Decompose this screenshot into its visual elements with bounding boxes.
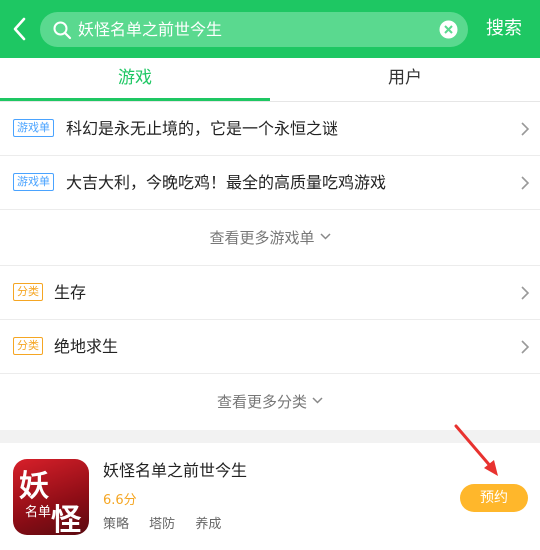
search-header: 搜索	[0, 0, 540, 58]
back-icon[interactable]	[8, 15, 32, 43]
category-title: 绝地求生	[54, 337, 119, 356]
game-icon[interactable]: 妖 怪 名单	[13, 459, 89, 535]
game-result-card[interactable]: 妖 怪 名单 妖怪名单之前世今生 6.6分 策略 塔防 养成 预约	[0, 443, 540, 550]
game-list-title: 科幻是永无止境的，它是一个永恒之谜	[66, 119, 339, 138]
tab-users[interactable]: 用户	[270, 58, 540, 102]
list-item-game-list[interactable]: 游戏单 科幻是永无止境的，它是一个永恒之谜	[0, 102, 540, 156]
chevron-right-icon	[521, 176, 530, 190]
game-list-title: 大吉大利，今晚吃鸡！最全的高质量吃鸡游戏	[66, 173, 387, 192]
game-tag: 养成	[195, 517, 222, 532]
more-game-lists-button[interactable]: 查看更多游戏单	[0, 210, 540, 266]
search-box[interactable]	[40, 12, 468, 47]
more-categories-button[interactable]: 查看更多分类	[0, 374, 540, 430]
game-icon-glyph: 怪	[51, 503, 81, 535]
game-icon-glyph: 妖	[19, 469, 49, 504]
game-score: 6.6分	[103, 493, 137, 508]
reserve-button[interactable]: 预约	[460, 484, 528, 512]
chevron-down-icon	[312, 397, 323, 404]
tab-bar: 游戏 用户	[0, 58, 540, 102]
game-tag: 塔防	[149, 517, 176, 532]
search-button[interactable]: 搜索	[486, 16, 522, 42]
game-tag: 策略	[103, 517, 130, 532]
category-title: 生存	[54, 283, 87, 302]
game-list-badge: 游戏单	[13, 119, 54, 137]
game-title[interactable]: 妖怪名单之前世今生	[103, 457, 247, 481]
chevron-down-icon	[319, 233, 331, 240]
category-badge: 分类	[13, 337, 43, 355]
search-input[interactable]	[78, 12, 418, 47]
game-tags: 策略 塔防 养成	[103, 513, 237, 532]
tab-games[interactable]: 游戏	[0, 58, 270, 102]
chevron-right-icon	[521, 286, 530, 300]
game-list-badge: 游戏单	[13, 173, 54, 191]
clear-icon[interactable]	[439, 20, 458, 39]
list-item-category[interactable]: 分类 生存	[0, 266, 540, 320]
chevron-right-icon	[521, 340, 530, 354]
list-item-category[interactable]: 分类 绝地求生	[0, 320, 540, 374]
game-icon-glyph: 名单	[25, 505, 52, 520]
chevron-right-icon	[521, 122, 530, 136]
active-tab-indicator	[0, 98, 270, 101]
more-game-lists-label: 查看更多游戏单	[209, 229, 315, 247]
search-icon	[53, 21, 72, 40]
more-categories-label: 查看更多分类	[216, 393, 307, 411]
list-item-game-list[interactable]: 游戏单 大吉大利，今晚吃鸡！最全的高质量吃鸡游戏	[0, 156, 540, 210]
search-results-list: 游戏单 科幻是永无止境的，它是一个永恒之谜 游戏单 大吉大利，今晚吃鸡！最全的高…	[0, 102, 540, 430]
category-badge: 分类	[13, 283, 43, 301]
